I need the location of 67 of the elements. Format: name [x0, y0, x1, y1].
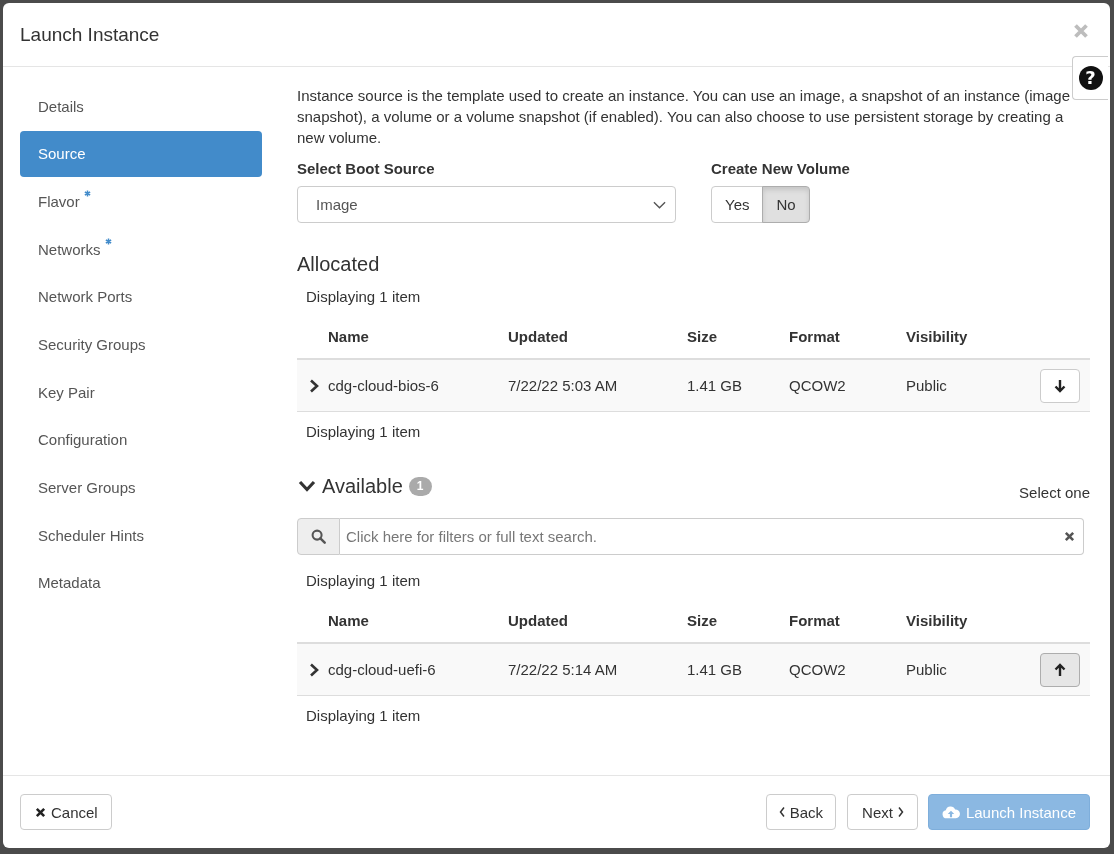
boot-source-dropdown[interactable]: Image — [297, 186, 676, 223]
arrow-up-icon — [1054, 662, 1066, 677]
table-cell-text: 1.41 GB — [687, 659, 744, 680]
sidebar-item[interactable]: Scheduler Hints — [20, 512, 262, 559]
column-header: Updated — [508, 327, 569, 347]
table-cell-text: Public — [906, 659, 948, 680]
chevron-down-icon — [653, 200, 666, 209]
section-title: Available — [322, 473, 403, 498]
dialog-title: Launch Instance — [20, 23, 160, 46]
column-header: Format — [789, 327, 841, 347]
section-title: Allocated — [297, 252, 381, 276]
table-cell-text: QCOW2 — [789, 375, 847, 396]
description-text: Instance source is the template used to create an instance. You can use an image, a snapshot of an instance (image snapshot), a volume or a volume snapshot (if enabled). You can also choose to use persistent storage by creating a new volume. — [297, 86, 1071, 148]
next-button[interactable]: Next — [847, 794, 918, 830]
field-label: Select Boot Source — [297, 159, 436, 179]
chevron-down-icon[interactable] — [298, 479, 316, 492]
item-count: Displaying 1 item — [305, 422, 422, 442]
search-field[interactable]: Click here for filters or full text search. — [340, 518, 1084, 555]
column-header: Format — [789, 611, 841, 631]
column-header: Size — [687, 327, 718, 347]
sidebar-item[interactable]: Network Ports — [20, 273, 262, 320]
column-header: Updated — [508, 611, 569, 631]
field-label: Create New Volume — [711, 159, 851, 179]
close-icon — [1073, 22, 1089, 39]
back-button[interactable]: Back — [765, 794, 837, 830]
table-cell-text: cdg-cloud-bios-6 — [328, 375, 440, 396]
sidebar-item[interactable]: Networks — [20, 226, 262, 273]
table-cell-text: QCOW2 — [789, 659, 847, 680]
chevron-right-icon[interactable] — [308, 662, 319, 677]
item-count: Displaying 1 item — [305, 287, 422, 307]
column-header: Visibility — [906, 611, 969, 631]
help-button[interactable]: ? — [1072, 56, 1108, 100]
sidebar-item[interactable]: Details — [20, 83, 262, 129]
arrow-down-icon — [1054, 378, 1066, 393]
sidebar-item[interactable]: Configuration — [20, 416, 262, 463]
table-cell-text: 7/22/22 5:03 AM — [508, 375, 619, 396]
table-cell-text: 7/22/22 5:14 AM — [508, 659, 619, 680]
toggle-option[interactable]: Yes — [711, 186, 764, 223]
item-count: Displaying 1 item — [305, 706, 422, 726]
angle-left-icon — [778, 806, 785, 818]
table-cell-text: cdg-cloud-uefi-6 — [328, 659, 437, 680]
item-count: Displaying 1 item — [305, 571, 422, 591]
sidebar-item[interactable]: Key Pair — [20, 369, 262, 416]
cancel-button[interactable]: Cancel — [20, 794, 112, 830]
select-hint: Select one — [1019, 484, 1090, 501]
help-icon: ? — [1078, 66, 1103, 90]
column-header: Size — [687, 611, 718, 631]
allocate-button[interactable] — [1040, 652, 1080, 687]
sidebar-item[interactable]: Server Groups — [20, 464, 262, 511]
column-header: Visibility — [906, 327, 969, 347]
close-icon — [35, 806, 46, 818]
chevron-right-icon[interactable] — [308, 378, 319, 393]
table-cell-text: Public — [906, 375, 948, 396]
sidebar-item[interactable]: Security Groups — [20, 321, 262, 368]
count-badge: 1 — [408, 477, 432, 496]
deallocate-button[interactable] — [1040, 368, 1080, 403]
clear-icon[interactable] — [1064, 531, 1075, 542]
sidebar-item[interactable]: Flavor — [20, 178, 262, 225]
cloud-upload-icon — [941, 805, 960, 819]
column-header: Name — [328, 611, 370, 631]
search-icon — [297, 518, 340, 555]
angle-right-icon — [897, 806, 904, 818]
column-header: Name — [328, 327, 370, 347]
toggle-option[interactable]: No — [762, 186, 810, 223]
sidebar-item[interactable]: Metadata — [20, 559, 262, 606]
sidebar-item[interactable]: Source — [20, 130, 262, 177]
table-cell-text: 1.41 GB — [687, 375, 744, 396]
